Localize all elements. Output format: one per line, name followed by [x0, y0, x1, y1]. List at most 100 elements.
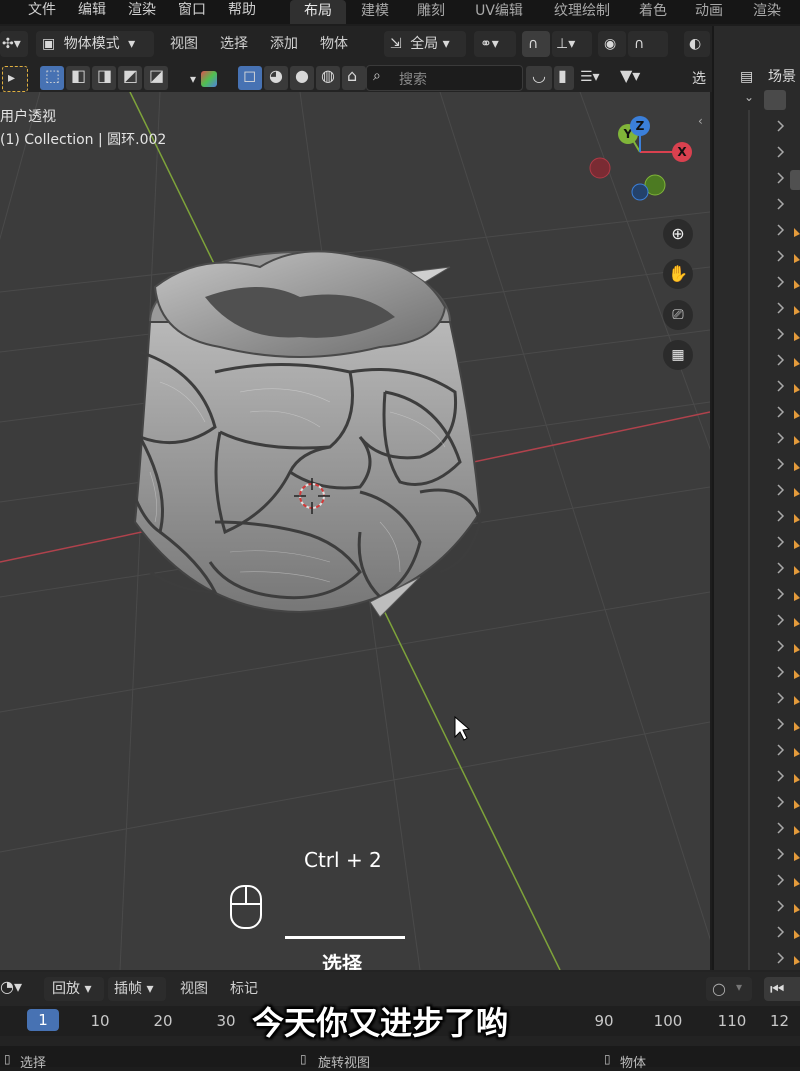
- filter-world-button[interactable]: ●: [290, 66, 314, 90]
- chevron-down-icon: ▾: [128, 36, 136, 52]
- frame-label: 100: [653, 1012, 683, 1030]
- outliner-title: 场景: [768, 69, 796, 85]
- gizmo-z-axis[interactable]: Z: [630, 116, 650, 136]
- eye-icon: ◐: [689, 36, 702, 52]
- select-intersect-icon: ◪: [149, 66, 165, 85]
- editor-type-button[interactable]: ✣▾: [0, 31, 28, 57]
- filter-materials-button[interactable]: ◕: [264, 66, 288, 90]
- keying-label: 插帧: [114, 981, 142, 997]
- tab-texture-paint[interactable]: 纹理绘制: [544, 0, 620, 24]
- filter-toggle-button[interactable]: ◡: [526, 66, 552, 90]
- tab-shading[interactable]: 着色: [630, 0, 676, 24]
- select-new-icon: ⬚: [45, 66, 61, 85]
- menu-window[interactable]: 窗口: [178, 0, 206, 24]
- select-subtract-icon: ◨: [97, 66, 113, 85]
- tab-sculpting[interactable]: 雕刻: [408, 0, 454, 24]
- current-frame-indicator[interactable]: 1: [27, 1009, 59, 1031]
- camera-view-button[interactable]: ⎚: [663, 300, 693, 330]
- outliner-panel: ▤ 场景 ⌄: [712, 26, 800, 970]
- viewport-canvas: [0, 92, 710, 970]
- chevron-down-icon: ▾: [736, 980, 743, 994]
- object-mode-icon: ▣: [42, 36, 56, 52]
- zoom-magnifier-icon: ⊕: [671, 224, 685, 243]
- search-field[interactable]: ⌕ 搜索: [366, 65, 523, 91]
- select-invert-button[interactable]: ◩: [118, 66, 142, 90]
- magnet-icon: ∩: [528, 36, 539, 52]
- toolrow-right-label[interactable]: 选: [692, 68, 706, 88]
- scene-icon: ▤: [740, 69, 754, 85]
- mode-dropdown[interactable]: ▣ 物体模式 ▾: [36, 31, 154, 57]
- header-menu-add[interactable]: 添加: [270, 31, 298, 57]
- proportional-edit-toggle[interactable]: ◉: [598, 31, 626, 57]
- snap-target-dropdown[interactable]: ⊥▾: [552, 31, 592, 57]
- mouse-action-underline: [285, 936, 405, 939]
- menu-edit[interactable]: 编辑: [78, 0, 106, 24]
- filter-solid-button[interactable]: ◻: [238, 66, 262, 90]
- select-intersect-button[interactable]: ◪: [144, 66, 168, 90]
- record-circle-icon: ○: [712, 979, 726, 998]
- menu-help[interactable]: 帮助: [228, 0, 256, 24]
- status-mouse-middle-icon: ▯: [300, 1052, 307, 1066]
- select-subtract-button[interactable]: ◨: [92, 66, 116, 90]
- video-subtitle: 今天你又进步了哟: [252, 1004, 509, 1042]
- 3d-viewport[interactable]: 用户透视 (1) Collection | 圆环.002 X Y Z ⊕ ✋ ⎚…: [0, 92, 710, 970]
- header-menu-object[interactable]: 物体: [320, 31, 348, 57]
- menu-file[interactable]: 文件: [28, 0, 56, 24]
- tab-animation[interactable]: 动画: [686, 0, 732, 24]
- select-tool-button[interactable]: ▸: [2, 66, 28, 92]
- outliner-tree-line: [748, 110, 750, 970]
- bookmark-icon: ▮: [558, 66, 567, 85]
- camera-icon: ⎚: [672, 307, 684, 323]
- status-mouse-right-icon: ▯: [604, 1052, 611, 1066]
- bookmark-button[interactable]: ▮: [554, 66, 574, 90]
- pan-button[interactable]: ✋: [663, 259, 693, 289]
- gizmo-z-label: Z: [635, 119, 645, 133]
- filter-shape-icon: ◡: [532, 66, 546, 85]
- tab-rendering[interactable]: 渲染: [744, 0, 790, 24]
- filter-globe-button[interactable]: ◍: [316, 66, 340, 90]
- tab-layout[interactable]: 布局: [290, 0, 346, 24]
- status-left-label: 选择: [20, 1056, 47, 1071]
- falloff-dropdown[interactable]: ∩: [628, 31, 668, 57]
- shortcut-overlay: Ctrl + 2: [304, 848, 382, 872]
- record-toggle[interactable]: ○ ▾: [706, 977, 752, 1001]
- stone-well-model: [133, 250, 482, 618]
- header-menu-view[interactable]: 视图: [170, 31, 198, 57]
- orientation-icon: ⇲: [390, 36, 402, 52]
- jump-start-button[interactable]: ⏮: [764, 977, 800, 1001]
- gizmo-x-axis[interactable]: X: [672, 142, 692, 162]
- status-bar: [0, 1046, 800, 1067]
- menu-render[interactable]: 渲染: [128, 0, 156, 24]
- status-right-label: 物体: [620, 1056, 647, 1071]
- outliner-rows[interactable]: [764, 116, 800, 976]
- timeline-editor-type-button[interactable]: ◔▾: [0, 977, 32, 1001]
- select-extend-button[interactable]: ◧: [66, 66, 90, 90]
- orientation-label: 全局: [410, 36, 439, 52]
- perspective-toggle-button[interactable]: ▦: [663, 340, 693, 370]
- sphere-icon: ●: [295, 66, 309, 85]
- keying-dropdown[interactable]: 插帧 ▾: [108, 977, 166, 1001]
- tab-modeling[interactable]: 建模: [352, 0, 398, 24]
- tab-uv-editing[interactable]: UV编辑: [464, 0, 534, 24]
- select-new-button[interactable]: ⬚: [40, 66, 64, 90]
- visibility-dropdown[interactable]: ◐: [684, 31, 710, 57]
- search-placeholder: 搜索: [399, 72, 427, 88]
- playback-dropdown[interactable]: 回放 ▾: [44, 977, 104, 1001]
- zoom-button[interactable]: ⊕: [663, 219, 693, 249]
- timeline-menu-view[interactable]: 视图: [180, 977, 208, 1001]
- filter-scene-button[interactable]: ⌂: [342, 66, 366, 90]
- playback-label: 回放: [52, 981, 80, 997]
- sidebar-toggle-arrow-icon[interactable]: ‹: [698, 114, 703, 128]
- chevron-down-icon: ▾: [190, 72, 197, 86]
- pivot-dropdown[interactable]: ⚭▾: [474, 31, 516, 57]
- transform-orientation-dropdown[interactable]: ⇲ 全局 ▾: [384, 31, 466, 57]
- outliner-display-dropdown[interactable]: ☰▾: [580, 66, 616, 90]
- frame-label: 10: [90, 1012, 110, 1030]
- collection-info-label: (1) Collection | 圆环.002: [0, 132, 167, 148]
- collection-expand-icon[interactable]: ⌄: [744, 90, 754, 104]
- shading-color-dropdown[interactable]: ▾: [190, 68, 230, 88]
- snap-toggle[interactable]: ∩: [522, 31, 550, 57]
- header-menu-select[interactable]: 选择: [220, 31, 248, 57]
- collection-box-icon: [764, 90, 786, 110]
- filter-dropdown[interactable]: ▼▾: [620, 66, 660, 90]
